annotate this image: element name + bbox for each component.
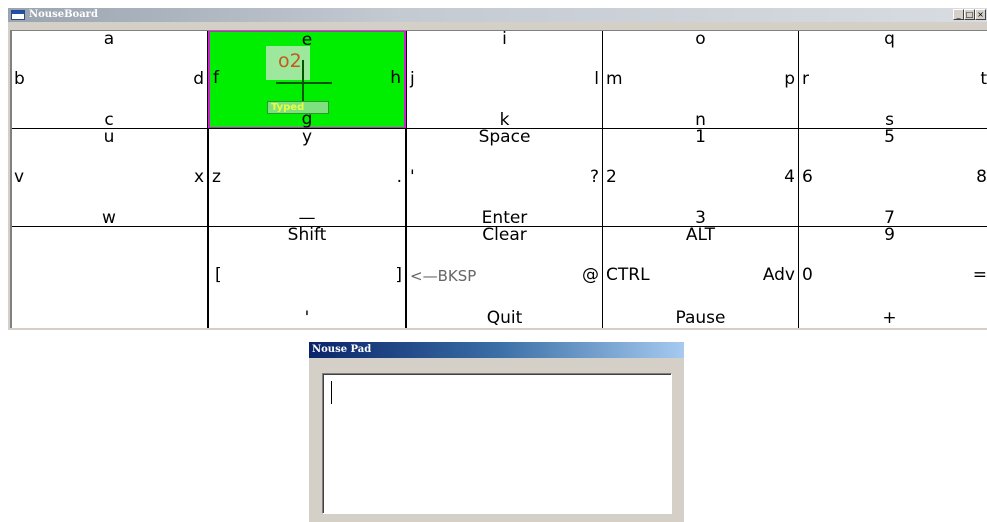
key-clear-backspace[interactable]: Clear <—BKSP @ Quit: [406, 226, 603, 328]
key-left-label: v: [14, 167, 25, 187]
key-left-label: 6: [802, 167, 813, 187]
key-top-label: 5: [884, 127, 895, 147]
minimize-button[interactable]: _: [953, 9, 964, 20]
key-uvwx[interactable]: u v x w: [12, 127, 208, 228]
window-icon: [11, 10, 25, 20]
key-yz-punct[interactable]: y z . —: [208, 128, 406, 227]
key-ijkl[interactable]: i j l k: [406, 30, 603, 129]
text-caret: [331, 381, 332, 404]
key-mnop[interactable]: o m p n: [602, 30, 799, 129]
close-button[interactable]: ×: [975, 9, 986, 20]
key-right-label: =: [972, 265, 987, 285]
key-top-label: y: [301, 127, 313, 147]
key-right-label: t: [980, 69, 987, 89]
key-top-label: Clear: [482, 225, 527, 245]
key-left-label: 0: [802, 265, 813, 285]
key-left-label: j: [410, 69, 415, 89]
key-right-label: h: [390, 68, 401, 88]
key-top-label: u: [103, 127, 115, 147]
key-right-label: d: [193, 69, 204, 89]
key-right-label: 4: [784, 167, 795, 187]
key-bottom-label: Quit: [486, 308, 523, 328]
key-space-enter[interactable]: Space ' ? Enter: [406, 128, 603, 227]
key-left-label: ': [410, 167, 415, 187]
key-bottom-label: w: [102, 208, 116, 228]
nouseboard-window: NouseBoard _ □ × a b d c e f h g o2 Type…: [8, 8, 987, 330]
key-top-label: ALT: [685, 225, 716, 245]
key-right-label: Adv: [762, 265, 795, 285]
key-bottom-label: +: [882, 308, 897, 328]
key-alt-ctrl[interactable]: ALT CTRL Adv Pause: [602, 226, 799, 328]
key-efgh-active[interactable]: e f h g o2 Typed: [208, 30, 406, 129]
key-left-label: f: [213, 68, 219, 88]
key-nine-zero-ops[interactable]: 9 0 = +: [798, 226, 987, 328]
key-right-label: @: [582, 265, 599, 285]
maximize-button[interactable]: □: [964, 9, 975, 20]
key-top-label: i: [502, 30, 507, 49]
pad-text-area[interactable]: [322, 373, 672, 514]
key-right-label: ?: [589, 167, 599, 187]
key-top-label: Space: [478, 127, 531, 147]
nouseboard-titlebar[interactable]: NouseBoard _ □ ×: [8, 8, 987, 22]
window-title: NouseBoard: [29, 9, 98, 20]
key-right-label: x: [193, 167, 204, 187]
typed-indicator: Typed: [267, 101, 329, 114]
key-shift-brackets[interactable]: Shift [ ] ': [208, 226, 406, 328]
key-top-label: Shift: [287, 225, 327, 245]
key-top-label: e: [301, 30, 313, 50]
key-right-label: ]: [395, 265, 402, 285]
crosshair-vertical: [302, 60, 304, 106]
crosshair-horizontal: [276, 82, 332, 84]
key-bottom-label: Pause: [675, 308, 726, 328]
key-empty[interactable]: [12, 226, 208, 328]
key-left-label: [: [215, 265, 222, 285]
key-left-label: m: [606, 69, 623, 89]
key-right-label: .: [396, 167, 402, 187]
cursor-annotation: o2: [278, 50, 302, 72]
key-left-label: b: [14, 69, 25, 89]
key-right-label: p: [784, 69, 795, 89]
key-digits-1234[interactable]: 1 2 4 3: [602, 128, 799, 227]
key-left-label: <—BKSP: [410, 267, 477, 285]
nouse-pad-window: Nouse Pad: [309, 342, 684, 522]
key-digits-5678[interactable]: 5 6 8 7: [798, 128, 987, 227]
pad-title[interactable]: Nouse Pad: [309, 342, 684, 358]
keyboard-grid: a b d c e f h g o2 Typed i j l k o m p n: [10, 30, 987, 328]
key-qrst[interactable]: q r t s: [798, 31, 987, 129]
key-abcd[interactable]: a b d c: [12, 30, 208, 129]
key-top-label: o: [695, 30, 706, 49]
key-top-label: q: [884, 30, 895, 49]
key-left-label: 2: [606, 167, 617, 187]
key-bottom-label: ': [304, 308, 310, 328]
key-right-label: l: [594, 69, 599, 89]
key-top-label: 1: [695, 127, 706, 147]
key-right-label: 8: [976, 167, 987, 187]
key-left-label: z: [212, 167, 221, 187]
key-left-label: r: [802, 69, 809, 89]
key-left-label: CTRL: [606, 265, 650, 285]
key-top-label: 9: [884, 225, 895, 245]
key-top-label: a: [103, 30, 115, 49]
